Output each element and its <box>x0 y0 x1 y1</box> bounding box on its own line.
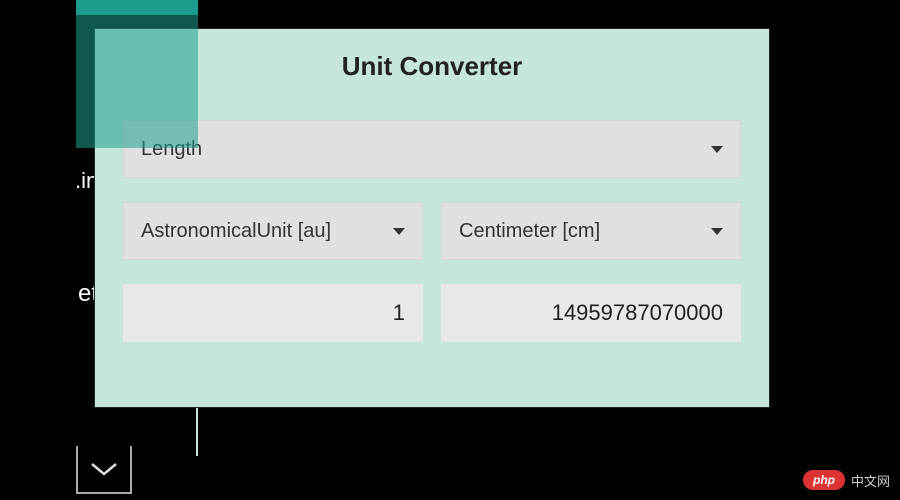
watermark-badge: php <box>803 470 845 490</box>
vertical-divider <box>196 408 198 456</box>
teal-overlay-top <box>76 0 198 15</box>
to-unit-label: Centimeter [cm] <box>459 220 600 243</box>
from-unit-dropdown[interactable]: AstronomicalUnit [au] <box>123 202 423 260</box>
from-value-input[interactable]: 1 <box>123 284 423 342</box>
from-value-text: 1 <box>393 300 405 326</box>
units-row: AstronomicalUnit [au] Centimeter [cm] <box>123 202 741 260</box>
category-row: Length <box>123 120 741 178</box>
to-value-output: 14959787070000 <box>441 284 741 342</box>
watermark-text: 中文网 <box>851 471 890 490</box>
chevron-down-icon <box>711 146 723 153</box>
expand-button[interactable] <box>76 446 132 494</box>
values-row: 1 14959787070000 <box>123 284 741 342</box>
category-dropdown[interactable]: Length <box>123 120 741 178</box>
to-value-text: 14959787070000 <box>552 300 723 326</box>
from-unit-label: AstronomicalUnit [au] <box>141 220 331 243</box>
chevron-down-icon <box>90 461 118 477</box>
to-unit-dropdown[interactable]: Centimeter [cm] <box>441 202 741 260</box>
chevron-down-icon <box>393 228 405 235</box>
panel-title: Unit Converter <box>123 51 741 82</box>
watermark: php 中文网 <box>803 470 890 490</box>
chevron-down-icon <box>711 228 723 235</box>
teal-overlay <box>76 0 198 148</box>
